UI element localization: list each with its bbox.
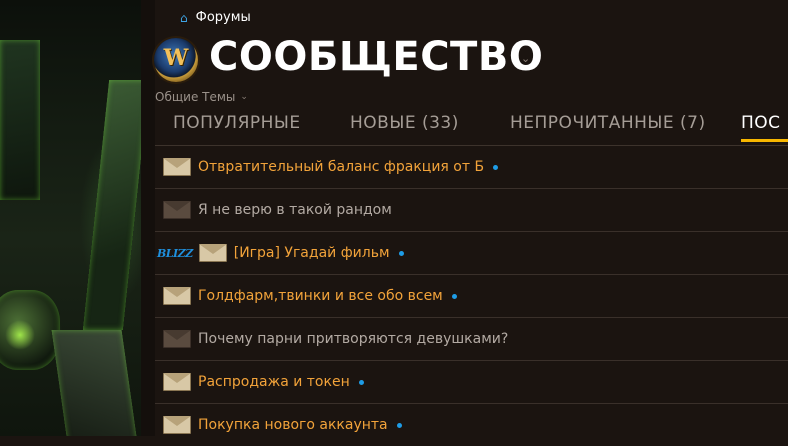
background-art <box>0 0 141 436</box>
page-title[interactable]: СООБЩЕСТВО <box>209 34 543 80</box>
topic-list: Отвратительный баланс фракция от Б Я не … <box>155 145 788 446</box>
new-post-dot-icon <box>398 250 404 256</box>
breadcrumb-forums-link[interactable]: Форумы <box>196 10 251 25</box>
breadcrumb[interactable]: ⌂ Форумы <box>180 10 251 25</box>
topic-title-link[interactable]: Почему парни притворяются девушками? <box>198 331 508 347</box>
subcategory-selector[interactable]: Общие Темы ⌄ <box>155 90 248 104</box>
art-shard <box>0 40 40 200</box>
topic-title-link[interactable]: [Игра] Угадай фильм <box>234 245 390 261</box>
envelope-unread-icon <box>163 373 191 391</box>
topic-row[interactable]: BLIZZ [Игра] Угадай фильм <box>155 231 788 274</box>
tab-active[interactable]: ПОС <box>741 113 788 142</box>
wow-logo-icon: W <box>154 38 198 82</box>
topic-row[interactable]: Почему парни притворяются девушками? <box>155 317 788 360</box>
topic-row[interactable]: Распродажа и токен <box>155 360 788 403</box>
envelope-unread-icon <box>163 287 191 305</box>
art-shard <box>82 80 141 330</box>
topic-row[interactable]: Я не верю в такой рандом <box>155 188 788 231</box>
tab-new[interactable]: НОВЫЕ (33) <box>350 113 459 133</box>
topic-title-link[interactable]: Я не верю в такой рандом <box>198 202 392 218</box>
new-post-dot-icon <box>451 293 457 299</box>
chevron-down-icon[interactable]: ⌄ <box>521 52 530 65</box>
art-glow <box>5 320 35 350</box>
envelope-read-icon <box>163 201 191 219</box>
topic-title-link[interactable]: Отвратительный баланс фракция от Б <box>198 159 484 175</box>
logo-letter: W <box>163 45 189 71</box>
topic-title-link[interactable]: Распродажа и токен <box>198 374 350 390</box>
topic-row[interactable]: Покупка нового аккаунта <box>155 403 788 446</box>
topic-title-link[interactable]: Голдфарм,твинки и все обо всем <box>198 288 443 304</box>
envelope-read-icon <box>163 330 191 348</box>
home-icon[interactable]: ⌂ <box>180 11 188 25</box>
art-shard <box>51 330 139 436</box>
envelope-unread-icon <box>163 158 191 176</box>
topic-row[interactable]: Отвратительный баланс фракция от Б <box>155 145 788 188</box>
tab-unread[interactable]: НЕПРОЧИТАННЫЕ (7) <box>510 113 706 133</box>
envelope-unread-icon <box>163 416 191 434</box>
new-post-dot-icon <box>358 379 364 385</box>
topic-row[interactable]: Голдфарм,твинки и все обо всем <box>155 274 788 317</box>
blizzard-badge-icon: BLIZZ <box>157 246 193 260</box>
tab-popular[interactable]: ПОПУЛЯРНЫЕ <box>173 113 301 133</box>
envelope-unread-icon <box>198 244 227 262</box>
new-post-dot-icon <box>396 422 402 428</box>
panel-edge <box>141 0 155 436</box>
chevron-down-icon: ⌄ <box>240 92 248 102</box>
topic-tabs: ПОПУЛЯРНЫЕ НОВЫЕ (33) НЕПРОЧИТАННЫЕ (7) … <box>155 113 788 145</box>
new-post-dot-icon <box>493 164 499 170</box>
topic-title-link[interactable]: Покупка нового аккаунта <box>198 417 388 433</box>
subcategory-label: Общие Темы <box>155 90 236 104</box>
